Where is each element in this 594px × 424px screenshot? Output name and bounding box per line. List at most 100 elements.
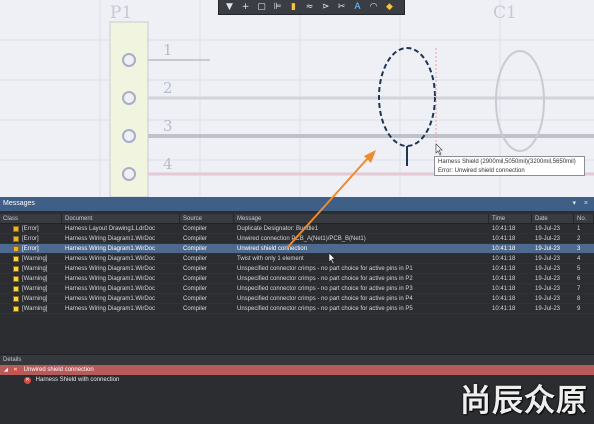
cell-source: Compiler	[183, 296, 208, 302]
table-row[interactable]: [Error] Harness Wiring Diagram1.WirDoc Com…	[0, 234, 594, 244]
cell-document: Harness Wiring Diagram1.WirDoc	[65, 236, 156, 242]
schematic-canvas[interactable]: P1 C1 1 2 3 4 ▼ + ▢ ⊫ ▮ ≈ ⋗ ✂ A ◠ ◆ Harn…	[0, 0, 594, 197]
error-icon	[13, 236, 19, 242]
class-label: [Warning]	[22, 296, 48, 302]
cell-no: 6	[577, 276, 581, 282]
plus-icon[interactable]: +	[238, 1, 253, 14]
cell-date: 19-Jul-23	[535, 306, 561, 312]
table-row[interactable]: [Warning] Harness Wiring Diagram1.WirDoc C…	[0, 254, 594, 264]
cell-document: Harness Wiring Diagram1.WirDoc	[65, 296, 156, 302]
cell-time: 10:41:18	[492, 256, 516, 262]
column-header[interactable]: Class	[0, 214, 62, 223]
harness-icon[interactable]: ⋗	[318, 1, 333, 14]
wire-icon[interactable]: ≈	[302, 1, 317, 14]
active-bar-toolbar: ▼ + ▢ ⊫ ▮ ≈ ⋗ ✂ A ◠ ◆	[218, 0, 405, 15]
cell-time: 10:41:18	[492, 236, 516, 242]
cell-message: Unspecified connector crimps - no part c…	[237, 296, 413, 302]
cell-class: [Warning]	[0, 294, 62, 303]
column-header[interactable]: Date	[532, 214, 574, 223]
column-header[interactable]: Source	[180, 214, 234, 223]
table-row[interactable]: [Error] Harness Wiring Diagram1.WirDoc Com…	[0, 244, 594, 254]
table-row[interactable]: [Warning] Harness Wiring Diagram1.WirDoc C…	[0, 274, 594, 284]
tooltip-line: Error: Unwired shield connection	[438, 168, 525, 174]
expand-caret-icon[interactable]: ◢	[4, 365, 8, 375]
cell-message: Unwired connection PCB_A(Net1)/PCB_B(Net…	[237, 236, 366, 242]
cut-icon[interactable]: ✂	[334, 1, 349, 14]
cell-date: 19-Jul-23	[535, 296, 561, 302]
cell-class: [Warning]	[0, 274, 62, 283]
cell-source: Compiler	[183, 286, 208, 292]
rectangle-icon[interactable]: ▢	[254, 1, 269, 14]
cell-source: Compiler	[183, 256, 208, 262]
table-header: Class Document Source Message Time Date …	[0, 214, 594, 224]
component-designator: C1	[493, 3, 517, 23]
cell-message: Twist with only 1 element	[237, 256, 304, 262]
pin-number: 3	[163, 117, 173, 135]
component-icon[interactable]: ▮	[286, 1, 301, 14]
cell-document: Harness Wiring Diagram1.WirDoc	[65, 246, 156, 252]
error-icon: ✕	[24, 377, 31, 384]
details-header: Details	[0, 355, 594, 365]
cell-document: Harness Wiring Diagram1.WirDoc	[65, 256, 156, 262]
class-label: [Error]	[22, 246, 39, 252]
column-header[interactable]: Document	[62, 214, 180, 223]
class-label: [Error]	[22, 236, 39, 242]
error-icon: ✕	[12, 367, 19, 374]
cell-date: 19-Jul-23	[535, 246, 561, 252]
cell-message: Unspecified connector crimps - no part c…	[237, 306, 413, 312]
pin-number: 1	[163, 41, 173, 59]
cell-class: [Error]	[0, 224, 62, 233]
table-body: [Error] Harness Layout Drawing1.LdrDoc Com…	[0, 224, 594, 314]
table-row[interactable]: [Warning] Harness Wiring Diagram1.WirDoc C…	[0, 264, 594, 274]
cell-date: 19-Jul-23	[535, 256, 561, 262]
column-header[interactable]: Time	[489, 214, 532, 223]
tooltip: Harness Shield (2900mil,5050mil)(3200mil…	[434, 156, 585, 176]
panel-window-buttons[interactable]: ▾ ×	[572, 197, 591, 211]
cell-time: 10:41:18	[492, 306, 516, 312]
table-row[interactable]: [Error] Harness Layout Drawing1.LdrDoc Com…	[0, 224, 594, 234]
tooltip-line: Harness Shield (2900mil,5050mil)(3200mil…	[438, 159, 576, 165]
cell-class: [Error]	[0, 244, 62, 253]
cell-message: Duplicate Designator: Bundle1	[237, 226, 319, 232]
cell-source: Compiler	[183, 226, 208, 232]
cell-no: 9	[577, 306, 581, 312]
pin-number: 4	[163, 155, 173, 173]
cell-no: 1	[577, 226, 581, 232]
cell-message: Unspecified connector crimps - no part c…	[237, 286, 413, 292]
shape-icon[interactable]: ◆	[382, 1, 397, 14]
cell-class: [Warning]	[0, 284, 62, 293]
cell-no: 7	[577, 286, 581, 292]
warning-icon	[13, 306, 19, 312]
cell-time: 10:41:18	[492, 226, 516, 232]
panel-title: Messages	[3, 200, 35, 207]
warning-icon	[13, 296, 19, 302]
warning-icon	[13, 276, 19, 282]
warning-icon	[13, 256, 19, 262]
table-row[interactable]: [Warning] Harness Wiring Diagram1.WirDoc C…	[0, 284, 594, 294]
detail-text: Harness Shield with connection	[35, 377, 120, 383]
arc-icon[interactable]: ◠	[366, 1, 381, 14]
cell-class: [Error]	[0, 234, 62, 243]
cell-date: 19-Jul-23	[535, 266, 561, 272]
cell-no: 4	[577, 256, 581, 262]
panel-title-bar: Messages ▾ ×	[0, 197, 594, 211]
text-icon[interactable]: A	[350, 1, 365, 14]
filter-icon[interactable]: ▼	[222, 1, 237, 14]
class-label: [Warning]	[22, 276, 48, 282]
table-row[interactable]: [Warning] Harness Wiring Diagram1.WirDoc C…	[0, 304, 594, 314]
cell-source: Compiler	[183, 276, 208, 282]
detail-item[interactable]: ◢ ✕ Unwired shield connection	[0, 365, 594, 375]
cell-document: Harness Wiring Diagram1.WirDoc	[65, 286, 156, 292]
align-icon[interactable]: ⊫	[270, 1, 285, 14]
warning-icon	[13, 266, 19, 272]
pin-number: 2	[163, 79, 173, 97]
cell-document: Harness Wiring Diagram1.WirDoc	[65, 276, 156, 282]
column-header[interactable]: No.	[574, 214, 594, 223]
cell-message: Unspecified connector crimps - no part c…	[237, 266, 413, 272]
messages-table: Class Document Source Message Time Date …	[0, 214, 594, 350]
column-header[interactable]: Message	[234, 214, 489, 223]
cell-no: 3	[577, 246, 581, 252]
table-row[interactable]: [Warning] Harness Wiring Diagram1.WirDoc C…	[0, 294, 594, 304]
cell-class: [Warning]	[0, 254, 62, 263]
cell-time: 10:41:18	[492, 286, 516, 292]
